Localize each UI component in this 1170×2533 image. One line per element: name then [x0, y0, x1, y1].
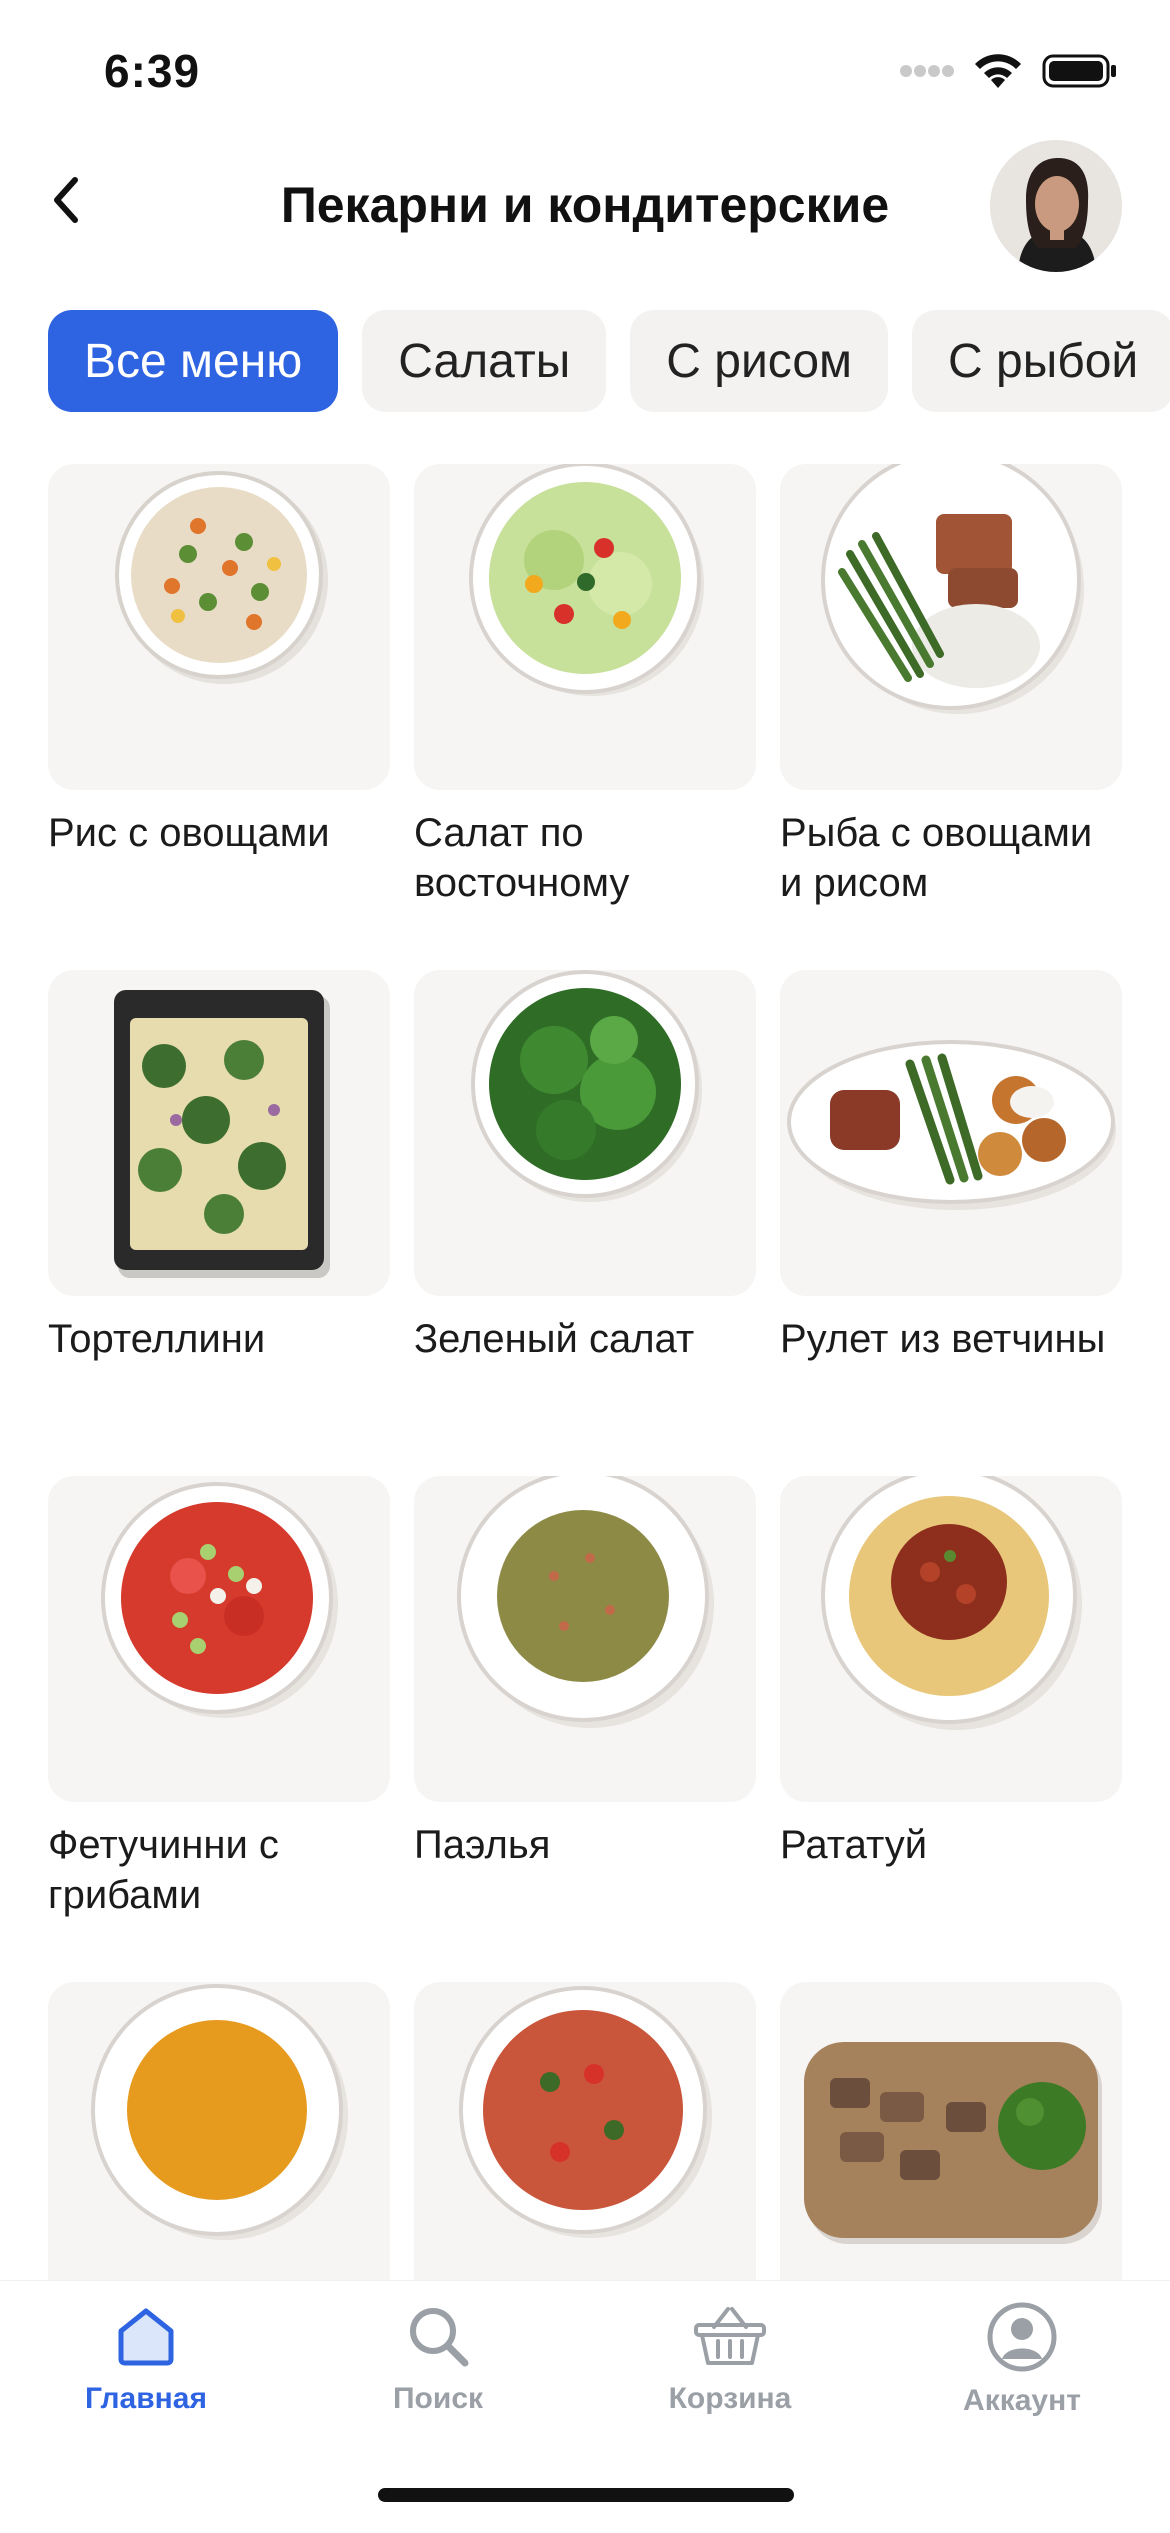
chip-all-menu[interactable]: Все меню — [48, 310, 339, 412]
dish-image — [780, 464, 1122, 790]
status-time: 6:39 — [104, 45, 201, 97]
dish-image — [780, 970, 1122, 1296]
basket-icon — [694, 2307, 766, 2365]
dish-image — [48, 1476, 390, 1802]
dish-title: Рулет из ветчины — [780, 1317, 1106, 1361]
tab-search-label: Поиск — [392, 2382, 484, 2415]
wifi-icon — [975, 54, 1021, 88]
dish-image — [414, 1476, 756, 1802]
tab-home[interactable]: Главная — [46, 2301, 246, 2416]
status-bar: 6:39 — [0, 0, 1170, 140]
dish-image — [48, 1982, 390, 2308]
avatar[interactable] — [990, 140, 1122, 272]
menu-item-card[interactable] — [414, 1982, 756, 2326]
menu-item-card[interactable]: Тортеллини — [48, 970, 390, 1364]
tab-search[interactable]: Поиск — [338, 2301, 538, 2416]
dish-image — [780, 1982, 1122, 2308]
tab-basket[interactable]: Корзина — [630, 2301, 830, 2416]
battery-icon — [1042, 54, 1116, 88]
dish-image — [780, 1476, 1122, 1802]
menu-item-card[interactable]: Рис с овощами — [48, 464, 390, 858]
menu-item-card[interactable]: Рулет из ветчины — [780, 970, 1122, 1364]
dish-title: Рис с овощами — [48, 811, 330, 855]
dish-title: Рататуй — [780, 1823, 928, 1867]
avatar-photo — [990, 140, 1122, 272]
chip-with-fish[interactable]: С рыбой — [912, 310, 1170, 412]
dish-image — [48, 464, 390, 790]
home-icon — [118, 2308, 174, 2366]
menu-item-card[interactable] — [780, 1982, 1122, 2326]
dish-title: Паэлья — [414, 1823, 551, 1867]
category-chips: Все меню Салаты С рисом С рыбой — [48, 310, 1170, 416]
dish-image — [414, 970, 756, 1296]
menu-item-card[interactable]: Рататуй — [780, 1476, 1122, 1870]
cellular-signal-icon — [900, 65, 954, 77]
status-icons — [900, 52, 1118, 90]
menu-item-card[interactable] — [48, 1982, 390, 2326]
menu-item-card[interactable]: Рыба с овощами и рисом — [780, 464, 1122, 908]
dish-title: Зеленый салат — [414, 1317, 695, 1361]
tab-basket-label: Корзина — [668, 2382, 792, 2415]
dish-title: Фетучинни с грибами — [48, 1823, 279, 1917]
dish-title: Тортеллини — [48, 1317, 266, 1361]
home-indicator — [378, 2488, 794, 2502]
chip-salads[interactable]: Салаты — [362, 310, 607, 412]
dish-image — [48, 970, 390, 1296]
header: Пекарни и кондитерские — [0, 140, 1170, 272]
menu-item-card[interactable]: Зеленый салат — [414, 970, 756, 1364]
dish-title: Салат по восточному — [414, 811, 630, 905]
dish-image — [414, 1982, 756, 2308]
dish-image — [414, 464, 756, 790]
menu-item-card[interactable]: Салат по восточному — [414, 464, 756, 908]
search-icon — [410, 2308, 469, 2367]
dish-title: Рыба с овощами и рисом — [780, 811, 1093, 905]
tab-account-label: Аккаунт — [963, 2384, 1081, 2417]
menu-item-card[interactable]: Фетучинни с грибами — [48, 1476, 390, 1920]
account-icon — [987, 2302, 1057, 2372]
tab-home-label: Главная — [84, 2382, 207, 2415]
chip-with-rice[interactable]: С рисом — [630, 310, 889, 412]
menu-item-card[interactable]: Паэлья — [414, 1476, 756, 1870]
tab-account[interactable]: Аккаунт — [922, 2301, 1122, 2418]
